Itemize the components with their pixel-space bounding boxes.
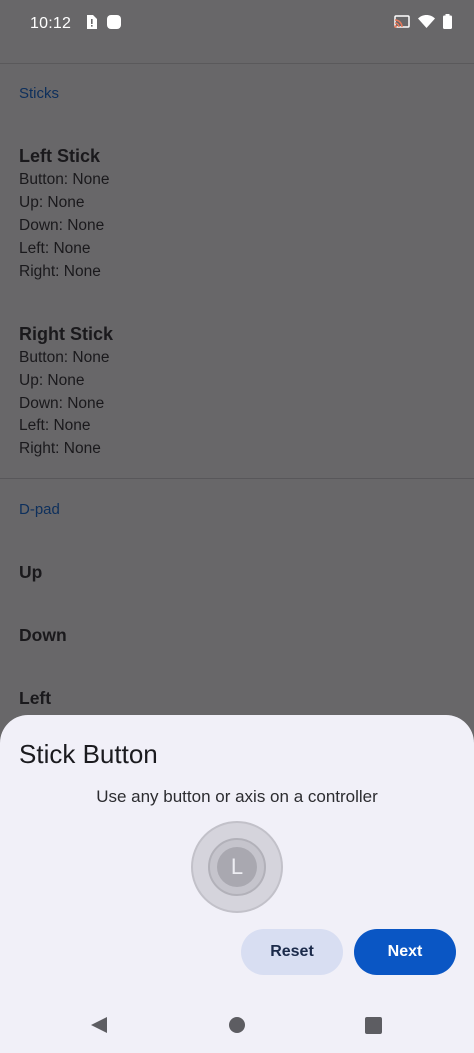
section-header-dpad: D-pad <box>19 501 60 518</box>
sheet-title: Stick Button <box>19 739 158 769</box>
right-stick-button: Button: None <box>19 349 110 366</box>
status-time: 10:12 <box>30 15 72 32</box>
right-stick-right: Right: None <box>19 440 101 457</box>
stick-label: L <box>217 847 257 887</box>
dpad-item-up[interactable]: Up <box>19 562 42 583</box>
left-stick-icon: L <box>191 821 283 913</box>
left-stick-left: Left: None <box>19 240 91 257</box>
next-button[interactable]: Next <box>354 929 456 975</box>
cast-icon <box>394 14 410 34</box>
wifi-icon <box>418 15 435 33</box>
status-bar: 10:12 <box>0 0 474 48</box>
left-stick-right: Right: None <box>19 263 101 280</box>
left-stick-title: Left Stick <box>19 146 101 166</box>
top-divider <box>0 63 474 64</box>
dpad-item-left[interactable]: Left <box>19 688 51 709</box>
battery-icon <box>443 14 452 34</box>
reset-button[interactable]: Reset <box>241 929 343 975</box>
sheet-subtitle: Use any button or axis on a controller <box>96 787 378 806</box>
stick-button-sheet: Stick Button Use any button or axis on a… <box>0 715 474 998</box>
stick-ring: L <box>208 838 266 896</box>
notification-sim-icon <box>85 14 98 34</box>
home-icon[interactable] <box>229 1017 245 1033</box>
navigation-bar <box>0 998 474 1053</box>
back-icon[interactable] <box>90 1016 108 1039</box>
section-header-sticks: Sticks <box>19 85 60 102</box>
section-divider <box>0 478 474 479</box>
right-stick-down: Down: None <box>19 395 105 412</box>
left-stick-up: Up: None <box>19 194 85 211</box>
notification-dot-icon <box>107 14 122 34</box>
left-stick-button: Button: None <box>19 171 110 188</box>
dpad-item-down[interactable]: Down <box>19 625 67 646</box>
right-stick-up: Up: None <box>19 372 85 389</box>
recents-icon[interactable] <box>365 1017 382 1034</box>
right-stick-left: Left: None <box>19 417 91 434</box>
left-stick-down: Down: None <box>19 217 105 234</box>
right-stick-title: Right Stick <box>19 324 114 344</box>
